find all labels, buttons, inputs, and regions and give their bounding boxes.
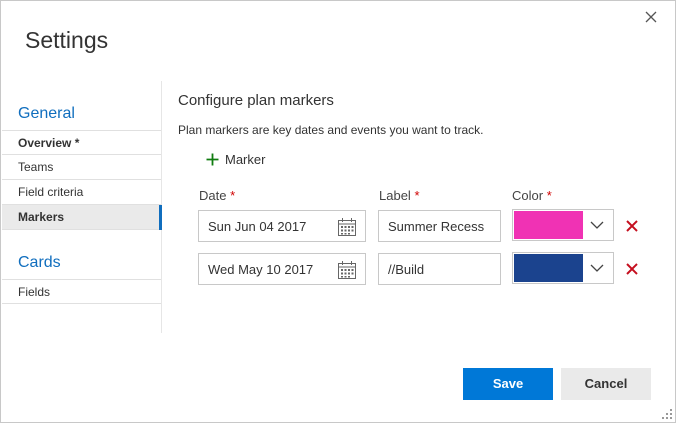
color-swatch[interactable] bbox=[514, 254, 583, 282]
label-column-label: Label bbox=[379, 188, 411, 203]
sidebar-item-fields[interactable]: Fields bbox=[2, 279, 161, 304]
nav-group-cards: Cards bbox=[18, 254, 61, 271]
dialog-title: Settings bbox=[25, 27, 109, 53]
sidebar-item-field-criteria[interactable]: Field criteria bbox=[2, 180, 161, 205]
cancel-button[interactable]: Cancel bbox=[561, 368, 651, 400]
marker-date-value: Sun Jun 04 2017 bbox=[208, 219, 307, 234]
settings-sidebar: General Overview * Teams Field criteria … bbox=[2, 81, 162, 333]
marker-label-value: //Build bbox=[388, 262, 425, 277]
delete-marker-icon[interactable] bbox=[625, 262, 639, 276]
chevron-down-icon[interactable] bbox=[589, 261, 605, 275]
color-column-label: Color bbox=[512, 188, 544, 203]
nav-group-general: General bbox=[18, 105, 75, 122]
required-mark: * bbox=[546, 188, 552, 203]
add-marker-button[interactable]: Marker bbox=[206, 150, 265, 168]
close-icon[interactable] bbox=[641, 7, 661, 27]
marker-label-value: Summer Recess bbox=[388, 219, 485, 234]
save-button[interactable]: Save bbox=[463, 368, 553, 400]
marker-label-input[interactable]: Summer Recess bbox=[378, 210, 501, 242]
chevron-down-icon[interactable] bbox=[589, 218, 605, 232]
add-marker-label: Marker bbox=[225, 151, 266, 167]
label-column-header: Label * bbox=[379, 188, 420, 203]
resize-grip-icon[interactable] bbox=[661, 408, 673, 420]
delete-marker-icon[interactable] bbox=[625, 219, 639, 233]
date-column-header: Date * bbox=[199, 188, 235, 203]
color-swatch[interactable] bbox=[514, 211, 583, 239]
color-column-header: Color * bbox=[512, 188, 552, 203]
marker-color-picker[interactable] bbox=[512, 209, 614, 241]
marker-date-input[interactable]: Wed May 10 2017 bbox=[198, 253, 366, 285]
sidebar-item-markers[interactable]: Markers bbox=[2, 205, 162, 230]
required-mark: * bbox=[414, 188, 420, 203]
marker-color-picker[interactable] bbox=[512, 252, 614, 284]
marker-date-input[interactable]: Sun Jun 04 2017 bbox=[198, 210, 366, 242]
marker-label-input[interactable]: //Build bbox=[378, 253, 501, 285]
sidebar-item-overview[interactable]: Overview * bbox=[2, 130, 161, 155]
section-title: Configure plan markers bbox=[178, 92, 334, 109]
plus-icon bbox=[206, 153, 219, 165]
settings-dialog: Settings General Overview * Teams Field … bbox=[0, 0, 676, 423]
date-column-label: Date bbox=[199, 188, 227, 203]
calendar-icon[interactable] bbox=[337, 217, 357, 237]
section-description: Plan markers are key dates and events yo… bbox=[178, 123, 484, 137]
required-mark: * bbox=[230, 188, 236, 203]
calendar-icon[interactable] bbox=[337, 260, 357, 280]
marker-date-value: Wed May 10 2017 bbox=[208, 262, 314, 277]
sidebar-item-teams[interactable]: Teams bbox=[2, 155, 161, 180]
